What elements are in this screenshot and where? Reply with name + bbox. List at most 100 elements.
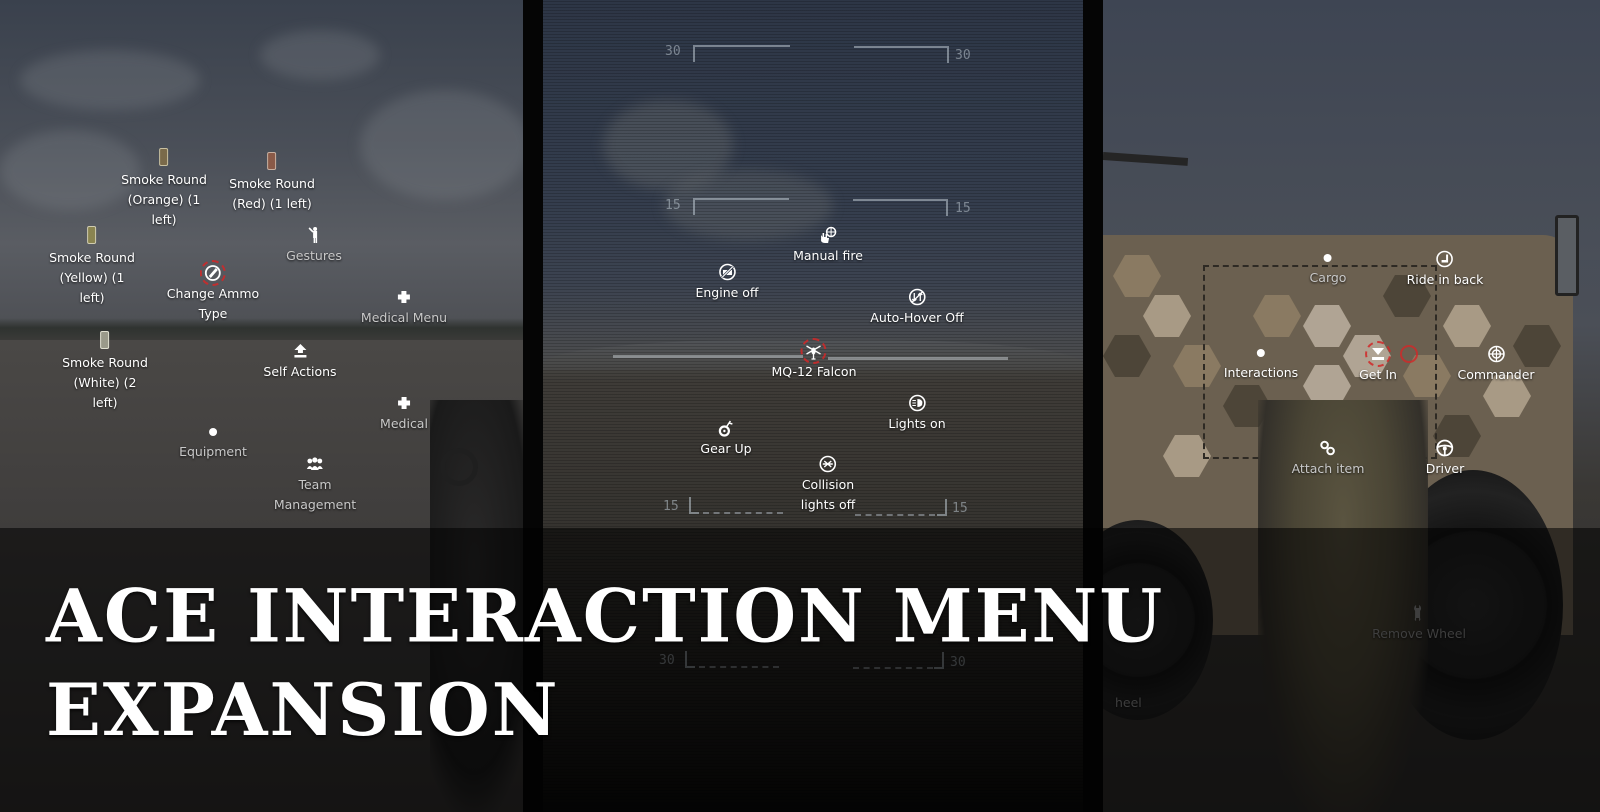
- menu-item-change-ammo-type[interactable]: Change Ammo Type: [166, 260, 260, 324]
- menu-item-label: Interactions: [1223, 365, 1299, 380]
- helicopter-icon: [800, 338, 827, 364]
- hud-dashed-line: [855, 514, 935, 516]
- menu-item-label: Commander: [1457, 367, 1535, 382]
- smoke-grenade-icon: [267, 152, 277, 170]
- smoke-grenade-icon: [159, 148, 169, 166]
- menu-item-lights-on[interactable]: Lights on: [888, 394, 946, 434]
- hud-bracket: [854, 46, 949, 63]
- menu-item-collision-lights-off[interactable]: Collision lights off: [801, 455, 855, 515]
- menu-item-commander[interactable]: Commander: [1457, 345, 1535, 385]
- menu-item-label: Collision: [801, 477, 855, 492]
- menu-item-label: Change Ammo: [166, 286, 260, 301]
- menu-item-label: lights off: [800, 497, 856, 512]
- menu-item-mq12-falcon[interactable]: MQ-12 Falcon: [771, 338, 857, 382]
- hud-bracket: [693, 45, 790, 62]
- cloud: [0, 130, 140, 210]
- menu-item-label: Engine off: [695, 285, 759, 300]
- menu-item-label: Smoke Round: [62, 355, 148, 370]
- page-title-line-1: ACE INTERACTION MENU: [46, 572, 1165, 659]
- menu-item-label: (White) (2: [73, 375, 137, 390]
- engine-off-icon: [718, 263, 736, 281]
- gesture-icon: [305, 226, 323, 244]
- page-title-line-2: EXPANSION: [46, 667, 560, 752]
- menu-item-get-in[interactable]: Get In: [1359, 341, 1397, 385]
- menu-item-engine-off[interactable]: Engine off: [695, 263, 759, 303]
- menu-item-label: Attach item: [1291, 461, 1365, 476]
- manual-fire-icon: [819, 226, 837, 244]
- team-icon: [306, 455, 324, 473]
- menu-item-smoke-white[interactable]: Smoke Round (White) (2 left): [62, 331, 148, 413]
- medical-cross-icon: [395, 288, 413, 306]
- collision-lights-off-icon: [819, 455, 837, 473]
- menu-item-manual-fire[interactable]: Manual fire: [793, 226, 863, 266]
- menu-item-cargo[interactable]: Cargo: [1310, 250, 1346, 288]
- menu-item-label: Gear Up: [700, 441, 752, 456]
- menu-item-label: (Orange) (1: [127, 192, 201, 207]
- hud-bracket: [693, 198, 789, 215]
- hud-bracket: [937, 499, 947, 516]
- menu-item-self-actions[interactable]: Self Actions: [263, 342, 337, 382]
- medical-cross-icon: [395, 394, 413, 412]
- menu-item-attach-item[interactable]: Attach item: [1291, 439, 1365, 479]
- auto-hover-off-icon: [908, 288, 926, 306]
- hud-scale-label: 15: [952, 501, 968, 516]
- menu-item-label: left): [92, 395, 118, 410]
- steering-wheel-icon: [1436, 439, 1454, 457]
- menu-item-label: Smoke Round: [229, 176, 315, 191]
- menu-item-label: Driver: [1425, 461, 1465, 476]
- menu-item-label: (Yellow) (1: [59, 270, 125, 285]
- ammo-icon: [199, 260, 226, 286]
- menu-item-label: Auto-Hover Off: [870, 310, 964, 325]
- menu-item-gestures[interactable]: Gestures: [286, 226, 342, 266]
- menu-item-label: Get In: [1359, 367, 1397, 382]
- menu-item-label: MQ-12 Falcon: [771, 364, 857, 379]
- menu-item-label: Type: [198, 306, 228, 321]
- menu-item-label: Ride in back: [1406, 272, 1484, 287]
- menu-item-driver[interactable]: Driver: [1426, 439, 1464, 479]
- rifle-sight: [440, 448, 478, 486]
- menu-item-team-management[interactable]: Team Management: [274, 455, 356, 515]
- menu-item-label: Equipment: [179, 444, 247, 459]
- menu-item-label: Team: [298, 477, 332, 492]
- menu-item-smoke-red[interactable]: Smoke Round (Red) (1 left): [229, 152, 315, 214]
- menu-item-medical-menu[interactable]: Medical Menu: [361, 288, 447, 328]
- dot-icon: [1323, 254, 1332, 262]
- sky: [1103, 0, 1600, 260]
- menu-item-ride-in-back[interactable]: Ride in back: [1406, 250, 1484, 290]
- menu-item-gear-up[interactable]: Gear Up: [700, 419, 752, 459]
- hud-scale-label: 15: [955, 201, 971, 216]
- smoke-grenade-icon: [87, 226, 97, 244]
- menu-item-label: Gestures: [286, 248, 342, 263]
- dot-icon: [1257, 349, 1265, 357]
- menu-item-interactions[interactable]: Interactions: [1224, 345, 1298, 383]
- menu-item-label: Medical Menu: [360, 310, 448, 325]
- vehicle-mirror: [1555, 215, 1579, 296]
- menu-item-auto-hover-off[interactable]: Auto-Hover Off: [870, 288, 964, 328]
- cloud: [360, 90, 523, 200]
- attach-icon: [1319, 439, 1337, 457]
- dot-icon: [208, 428, 217, 436]
- selection-ring: [1400, 345, 1418, 363]
- hud-bracket: [689, 497, 699, 514]
- menu-item-label: Self Actions: [263, 364, 337, 379]
- selection-ring: [800, 338, 827, 364]
- cloud: [260, 30, 380, 80]
- hud-dashed-line: [703, 512, 783, 514]
- menu-item-label: Medical: [380, 416, 428, 431]
- smoke-grenade-icon: [100, 331, 110, 349]
- menu-item-equipment[interactable]: Equipment: [179, 424, 247, 462]
- menu-item-label: Lights on: [888, 416, 946, 431]
- menu-item-smoke-orange[interactable]: Smoke Round (Orange) (1 left): [121, 148, 207, 230]
- selection-ring: [199, 260, 226, 286]
- get-in-icon: [1365, 341, 1391, 367]
- menu-item-label: Smoke Round: [49, 250, 135, 265]
- seat-icon: [1436, 250, 1454, 268]
- menu-item-label: left): [79, 290, 105, 305]
- hud-scale-label: 15: [663, 499, 679, 514]
- menu-item-smoke-yellow[interactable]: Smoke Round (Yellow) (1 left): [49, 226, 135, 308]
- menu-item-label: (Red) (1 left): [232, 196, 312, 211]
- hud-bracket: [853, 199, 948, 216]
- menu-item-medical[interactable]: Medical: [380, 394, 428, 434]
- hud-scale-label: 30: [665, 44, 681, 59]
- selection-ring: [1365, 341, 1391, 367]
